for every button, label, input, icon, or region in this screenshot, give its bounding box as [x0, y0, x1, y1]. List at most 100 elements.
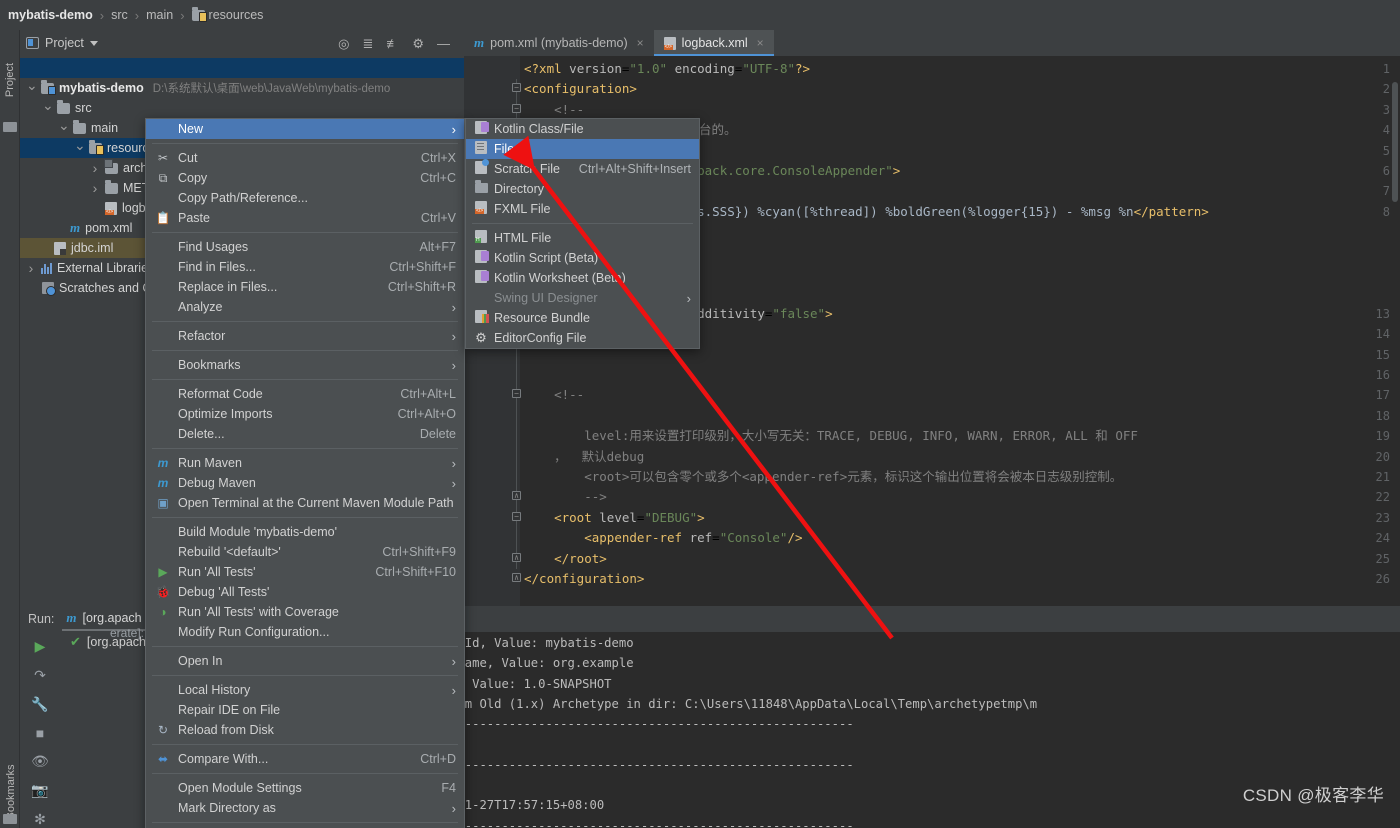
clipboard-icon: 📋: [155, 211, 171, 225]
libraries-icon: [41, 262, 52, 274]
new-menu-item-scratch-file[interactable]: Scratch FileCtrl+Alt+Shift+Insert: [466, 159, 699, 179]
camera-icon[interactable]: 📷: [31, 782, 48, 799]
context-menu-item-analyze[interactable]: Analyze›: [146, 297, 464, 317]
thread-dump-icon[interactable]: ✻: [34, 811, 46, 828]
chevron-right-icon[interactable]: [90, 160, 100, 176]
new-menu-item-kotlin-worksheet-beta[interactable]: Kotlin Worksheet (Beta): [466, 268, 699, 288]
context-menu-item-copy[interactable]: ⧉CopyCtrl+C: [146, 168, 464, 188]
menu-item-label: File: [494, 142, 514, 156]
fold-toggle-icon[interactable]: −: [512, 512, 521, 521]
context-menu-item-modify-run-configuration[interactable]: Modify Run Configuration...: [146, 622, 464, 642]
context-menu-item-optimize-imports[interactable]: Optimize ImportsCtrl+Alt+O: [146, 404, 464, 424]
chevron-down-icon[interactable]: [74, 140, 84, 157]
context-menu-item-debug-all-tests[interactable]: 🐞Debug 'All Tests': [146, 582, 464, 602]
new-menu-item-directory[interactable]: Directory: [466, 179, 699, 199]
context-menu-item-find-in-files[interactable]: Find in Files...Ctrl+Shift+F: [146, 257, 464, 277]
context-menu-item-run-all-tests-with-coverage[interactable]: ◑Run 'All Tests' with Coverage: [146, 602, 464, 622]
line-number: 2: [1383, 79, 1390, 99]
tab-logback-xml[interactable]: logback.xml ×: [654, 30, 774, 56]
new-menu-item-kotlin-class-file[interactable]: Kotlin Class/File: [466, 119, 699, 139]
settings-wrench-icon[interactable]: 🔧: [31, 696, 48, 713]
chevron-down-icon[interactable]: [90, 41, 98, 46]
new-menu-item-swing-ui-designer[interactable]: Swing UI Designer›: [466, 288, 699, 308]
context-menu-item-cut[interactable]: ✂CutCtrl+X: [146, 148, 464, 168]
context-menu-item-open-terminal-at-the-current-maven-module-pa[interactable]: ▣Open Terminal at the Current Maven Modu…: [146, 493, 464, 513]
tool-window-button-project[interactable]: Project: [4, 52, 16, 108]
breadcrumb-item-src[interactable]: src: [109, 8, 130, 22]
chevron-down-icon[interactable]: [26, 80, 36, 97]
new-menu-item-editorconfig-file[interactable]: ⚙EditorConfig File: [466, 328, 699, 348]
breadcrumb-separator: ›: [130, 8, 144, 23]
chevron-right-icon[interactable]: [90, 180, 100, 196]
tree-item-label: main: [91, 121, 118, 135]
fold-toggle-icon[interactable]: −: [512, 389, 521, 398]
context-menu-item-open-module-settings[interactable]: Open Module SettingsF4: [146, 778, 464, 798]
locate-icon[interactable]: ◎: [338, 37, 349, 50]
breadcrumb-item-resources[interactable]: resources: [190, 8, 266, 22]
fold-toggle-icon[interactable]: ∧: [512, 573, 521, 582]
line-number: 22: [1376, 487, 1390, 507]
context-menu-item-reformat-code[interactable]: Reformat CodeCtrl+Alt+L: [146, 384, 464, 404]
fold-toggle-icon[interactable]: −: [512, 104, 521, 113]
context-menu-item-run-all-tests[interactable]: ▶Run 'All Tests'Ctrl+Shift+F10: [146, 562, 464, 582]
context-menu-item-open-in[interactable]: Open In›: [146, 651, 464, 671]
tab-pom-xml[interactable]: m pom.xml (mybatis-demo) ×: [464, 30, 654, 56]
breadcrumb-item-project[interactable]: mybatis-demo: [6, 8, 95, 22]
minimize-icon[interactable]: —: [437, 37, 450, 50]
context-menu-item-refactor[interactable]: Refactor›: [146, 326, 464, 346]
tree-row-src[interactable]: src: [20, 98, 464, 118]
chevron-down-icon[interactable]: [42, 100, 52, 117]
chevron-right-icon: ›: [452, 654, 456, 669]
menu-item-label: FXML File: [494, 202, 551, 216]
context-menu-item-new[interactable]: New›: [146, 119, 464, 139]
menu-item-label: Swing UI Designer: [494, 291, 598, 305]
project-context-menu[interactable]: New› ✂CutCtrl+X⧉CopyCtrl+CCopy Path/Refer…: [145, 118, 465, 828]
context-menu-item-run-maven[interactable]: mRun Maven›: [146, 453, 464, 473]
context-menu-item-bookmarks[interactable]: Bookmarks›: [146, 355, 464, 375]
fold-toggle-icon[interactable]: −: [512, 83, 521, 92]
context-menu-item-replace-in-files[interactable]: Replace in Files...Ctrl+Shift+R: [146, 277, 464, 297]
stop-icon[interactable]: ■: [36, 725, 44, 741]
context-menu-item-build-module-mybatis-demo[interactable]: Build Module 'mybatis-demo': [146, 522, 464, 542]
gear-icon[interactable]: ⚙: [412, 37, 424, 50]
collapse-all-icon[interactable]: ≢: [386, 37, 399, 50]
fold-toggle-icon[interactable]: ∧: [512, 553, 521, 562]
context-menu-item-rebuild-default[interactable]: Rebuild '<default>'Ctrl+Shift+F9: [146, 542, 464, 562]
chevron-down-icon[interactable]: [58, 120, 68, 137]
close-icon[interactable]: ×: [757, 36, 764, 50]
expand-all-icon[interactable]: ≣: [362, 37, 373, 50]
context-menu-item-local-history[interactable]: Local History›: [146, 680, 464, 700]
new-menu-item-html-file[interactable]: HTML File: [466, 228, 699, 248]
tree-row-module[interactable]: mybatis-demo D:\系统默认\桌面\web\JavaWeb\myba…: [20, 78, 464, 98]
menu-item-shortcut: Delete: [396, 427, 456, 441]
close-icon[interactable]: ×: [637, 36, 644, 50]
breadcrumb-item-main[interactable]: main: [144, 8, 175, 22]
new-menu-item-fxml-file[interactable]: FXML File: [466, 199, 699, 219]
new-menu-item-kotlin-script-beta[interactable]: Kotlin Script (Beta): [466, 248, 699, 268]
fold-toggle-icon[interactable]: ∧: [512, 491, 521, 500]
run-icon[interactable]: ▶: [35, 638, 46, 655]
context-menu-item-mark-directory-as[interactable]: Mark Directory as›: [146, 798, 464, 818]
context-menu-item-copy-path-reference[interactable]: Copy Path/Reference...: [146, 188, 464, 208]
context-menu-item-debug-maven[interactable]: mDebug Maven›: [146, 473, 464, 493]
menu-item-label: Bookmarks: [178, 358, 241, 372]
menu-item-shortcut: Ctrl+D: [396, 752, 456, 766]
rerun-failed-icon[interactable]: ↷: [34, 667, 46, 684]
project-panel-title[interactable]: Project: [26, 36, 98, 50]
chevron-right-icon[interactable]: [26, 260, 36, 276]
context-menu-item-compare-with[interactable]: ⬌Compare With...Ctrl+D: [146, 749, 464, 769]
editor-scrollbar[interactable]: [1390, 82, 1400, 606]
new-menu-item-file[interactable]: File: [466, 139, 699, 159]
context-menu-item-paste[interactable]: 📋PasteCtrl+V: [146, 208, 464, 228]
context-menu-item-find-usages[interactable]: Find UsagesAlt+F7: [146, 237, 464, 257]
eye-icon[interactable]: 👁: [31, 753, 49, 770]
new-file-submenu[interactable]: Kotlin Class/File File Scratch FileCtrl+Al…: [465, 118, 700, 349]
context-menu-item-reload-from-disk[interactable]: ↻Reload from Disk: [146, 720, 464, 740]
xml-file-icon: [105, 202, 117, 215]
code-line: -->: [524, 487, 607, 507]
tab-label: logback.xml: [682, 36, 748, 50]
new-menu-item-resource-bundle[interactable]: Resource Bundle: [466, 308, 699, 328]
context-menu-item-delete[interactable]: Delete...Delete: [146, 424, 464, 444]
context-menu-item-repair-ide-on-file[interactable]: Repair IDE on File: [146, 700, 464, 720]
tree-row-mybatis-demo[interactable]: [20, 58, 464, 78]
